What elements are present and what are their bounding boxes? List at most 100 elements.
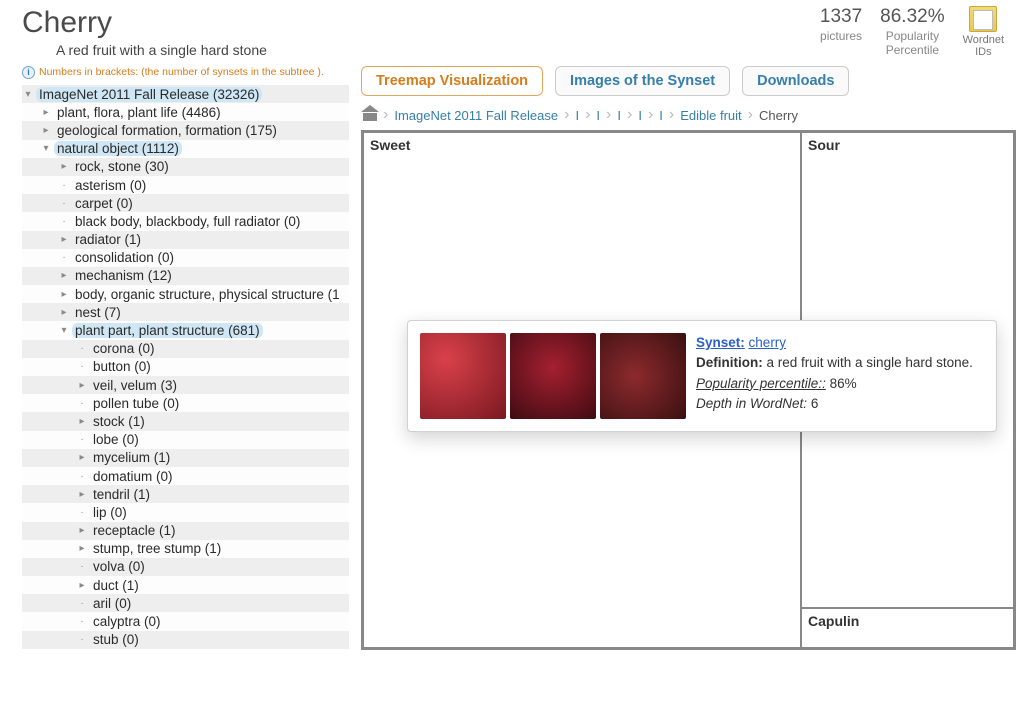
tree-node[interactable]: ·black body, blackbody, full radiator (0… <box>22 212 349 230</box>
tree-node-label[interactable]: button (0) <box>90 359 154 374</box>
tree-node-label[interactable]: corona (0) <box>90 341 158 356</box>
synset-tree[interactable]: ▾ImageNet 2011 Fall Release (32326)▸plan… <box>22 85 349 649</box>
expand-icon[interactable]: ▸ <box>58 161 70 172</box>
expand-icon[interactable]: ▸ <box>76 580 88 591</box>
tab-downloads[interactable]: Downloads <box>742 66 849 96</box>
tree-node[interactable]: ·button (0) <box>22 358 349 376</box>
tree-node[interactable]: ▸veil, velum (3) <box>22 376 349 394</box>
tree-node-label[interactable]: volva (0) <box>90 559 148 574</box>
tree-node[interactable]: ▸plant, flora, plant life (4486) <box>22 103 349 121</box>
page-title: Cherry <box>22 6 267 40</box>
stat-pictures-value: 1337 <box>820 6 862 29</box>
tree-node[interactable]: ·consolidation (0) <box>22 249 349 267</box>
tree-node[interactable]: ▸tendril (1) <box>22 485 349 503</box>
tree-node-label[interactable]: stump, tree stump (1) <box>90 541 224 556</box>
breadcrumb-item[interactable]: I <box>634 108 646 123</box>
tree-node[interactable]: ·asterism (0) <box>22 176 349 194</box>
tree-node[interactable]: ▸nest (7) <box>22 303 349 321</box>
tree-node[interactable]: ▾ImageNet 2011 Fall Release (32326) <box>22 85 349 103</box>
tree-node-label[interactable]: domatium (0) <box>90 469 176 484</box>
tree-node[interactable]: ·carpet (0) <box>22 194 349 212</box>
expand-icon[interactable]: ▸ <box>58 289 70 300</box>
tree-node-label[interactable]: tendril (1) <box>90 487 153 502</box>
treemap-cell-capulin[interactable]: Capulin <box>801 608 1014 648</box>
tree-node-label[interactable]: carpet (0) <box>72 196 136 211</box>
tree-node[interactable]: ▸duct (1) <box>22 576 349 594</box>
tree-node-label[interactable]: asterism (0) <box>72 178 149 193</box>
breadcrumb-item[interactable]: Edible fruit <box>676 108 745 123</box>
tree-node-label[interactable]: ImageNet 2011 Fall Release (32326) <box>36 87 262 102</box>
collapse-icon[interactable]: ▾ <box>40 143 52 154</box>
breadcrumb-item[interactable]: I <box>655 108 667 123</box>
tree-node-label[interactable]: nest (7) <box>72 305 124 320</box>
tree-node[interactable]: ·pollen tube (0) <box>22 394 349 412</box>
tree-node[interactable]: ·stub (0) <box>22 631 349 649</box>
tree-node-label[interactable]: plant, flora, plant life (4486) <box>54 105 224 120</box>
expand-icon[interactable]: ▸ <box>76 489 88 500</box>
tree-node-label[interactable]: geological formation, formation (175) <box>54 123 280 138</box>
tree-node[interactable]: ▸mechanism (12) <box>22 267 349 285</box>
tree-node[interactable]: ▸radiator (1) <box>22 231 349 249</box>
thumbnail-image <box>510 333 596 419</box>
tree-node-label[interactable]: calyptra (0) <box>90 614 164 629</box>
tree-node-label[interactable]: lobe (0) <box>90 432 142 447</box>
expand-icon[interactable]: ▸ <box>58 307 70 318</box>
tree-node-label[interactable]: stock (1) <box>90 414 148 429</box>
tree-node[interactable]: ▾plant part, plant structure (681) <box>22 321 349 339</box>
tree-node-label[interactable]: natural object (1112) <box>54 141 182 156</box>
expand-icon[interactable]: ▸ <box>58 270 70 281</box>
expand-icon[interactable]: ▸ <box>76 416 88 427</box>
breadcrumb-item[interactable]: I <box>571 108 583 123</box>
tree-node-label[interactable]: duct (1) <box>90 578 142 593</box>
tree-node[interactable]: ▾natural object (1112) <box>22 140 349 158</box>
expand-icon[interactable]: ▸ <box>76 452 88 463</box>
tree-node-label[interactable]: receptacle (1) <box>90 523 179 538</box>
tree-node[interactable]: ▸rock, stone (30) <box>22 158 349 176</box>
tree-node[interactable]: ·corona (0) <box>22 340 349 358</box>
expand-icon[interactable]: ▸ <box>76 543 88 554</box>
tree-node-label[interactable]: mechanism (12) <box>72 268 175 283</box>
tree-node-label[interactable]: radiator (1) <box>72 232 144 247</box>
collapse-icon[interactable]: ▾ <box>58 325 70 336</box>
tree-node[interactable]: ·lip (0) <box>22 503 349 521</box>
breadcrumb-item[interactable]: I <box>592 108 604 123</box>
breadcrumb-item[interactable]: ImageNet 2011 Fall Release <box>390 108 562 123</box>
tab-images[interactable]: Images of the Synset <box>555 66 730 96</box>
chevron-right-icon: › <box>625 106 634 124</box>
tab-treemap[interactable]: Treemap Visualization <box>361 66 543 96</box>
expand-icon[interactable]: ▸ <box>76 380 88 391</box>
tree-node-label[interactable]: lip (0) <box>90 505 130 520</box>
home-icon[interactable] <box>363 109 377 121</box>
tree-node-label[interactable]: veil, velum (3) <box>90 378 180 393</box>
tooltip-synset-link[interactable]: cherry <box>749 335 787 350</box>
tree-node-label[interactable]: pollen tube (0) <box>90 396 182 411</box>
tree-node-label[interactable]: plant part, plant structure (681) <box>72 323 263 338</box>
expand-icon[interactable]: ▸ <box>40 125 52 136</box>
tree-node-label[interactable]: body, organic structure, physical struct… <box>72 287 343 302</box>
tree-node-label[interactable]: black body, blackbody, full radiator (0) <box>72 214 303 229</box>
tree-node-label[interactable]: aril (0) <box>90 596 134 611</box>
breadcrumb-item[interactable]: I <box>613 108 625 123</box>
expand-icon[interactable]: ▸ <box>76 525 88 536</box>
expand-icon[interactable]: ▸ <box>58 234 70 245</box>
tree-node[interactable]: ▸receptacle (1) <box>22 522 349 540</box>
tree-node[interactable]: ·volva (0) <box>22 558 349 576</box>
chevron-right-icon: › <box>646 106 655 124</box>
tree-node[interactable]: ▸body, organic structure, physical struc… <box>22 285 349 303</box>
stat-pictures: 1337 pictures <box>820 6 862 43</box>
tree-node-label[interactable]: stub (0) <box>90 632 142 647</box>
expand-icon[interactable]: ▸ <box>40 107 52 118</box>
tree-node[interactable]: ·lobe (0) <box>22 431 349 449</box>
tree-node[interactable]: ▸stump, tree stump (1) <box>22 540 349 558</box>
tree-node[interactable]: ·domatium (0) <box>22 467 349 485</box>
tree-node-label[interactable]: rock, stone (30) <box>72 159 172 174</box>
tree-node[interactable]: ▸stock (1) <box>22 412 349 430</box>
tree-node-label[interactable]: mycelium (1) <box>90 450 173 465</box>
tree-node[interactable]: ·aril (0) <box>22 594 349 612</box>
tree-node-label[interactable]: consolidation (0) <box>72 250 177 265</box>
collapse-icon[interactable]: ▾ <box>22 89 34 100</box>
wordnet-ids-link[interactable]: Wordnet IDs <box>963 6 1004 58</box>
tree-node[interactable]: ▸mycelium (1) <box>22 449 349 467</box>
tree-node[interactable]: ▸geological formation, formation (175) <box>22 121 349 139</box>
tree-node[interactable]: ·calyptra (0) <box>22 612 349 630</box>
